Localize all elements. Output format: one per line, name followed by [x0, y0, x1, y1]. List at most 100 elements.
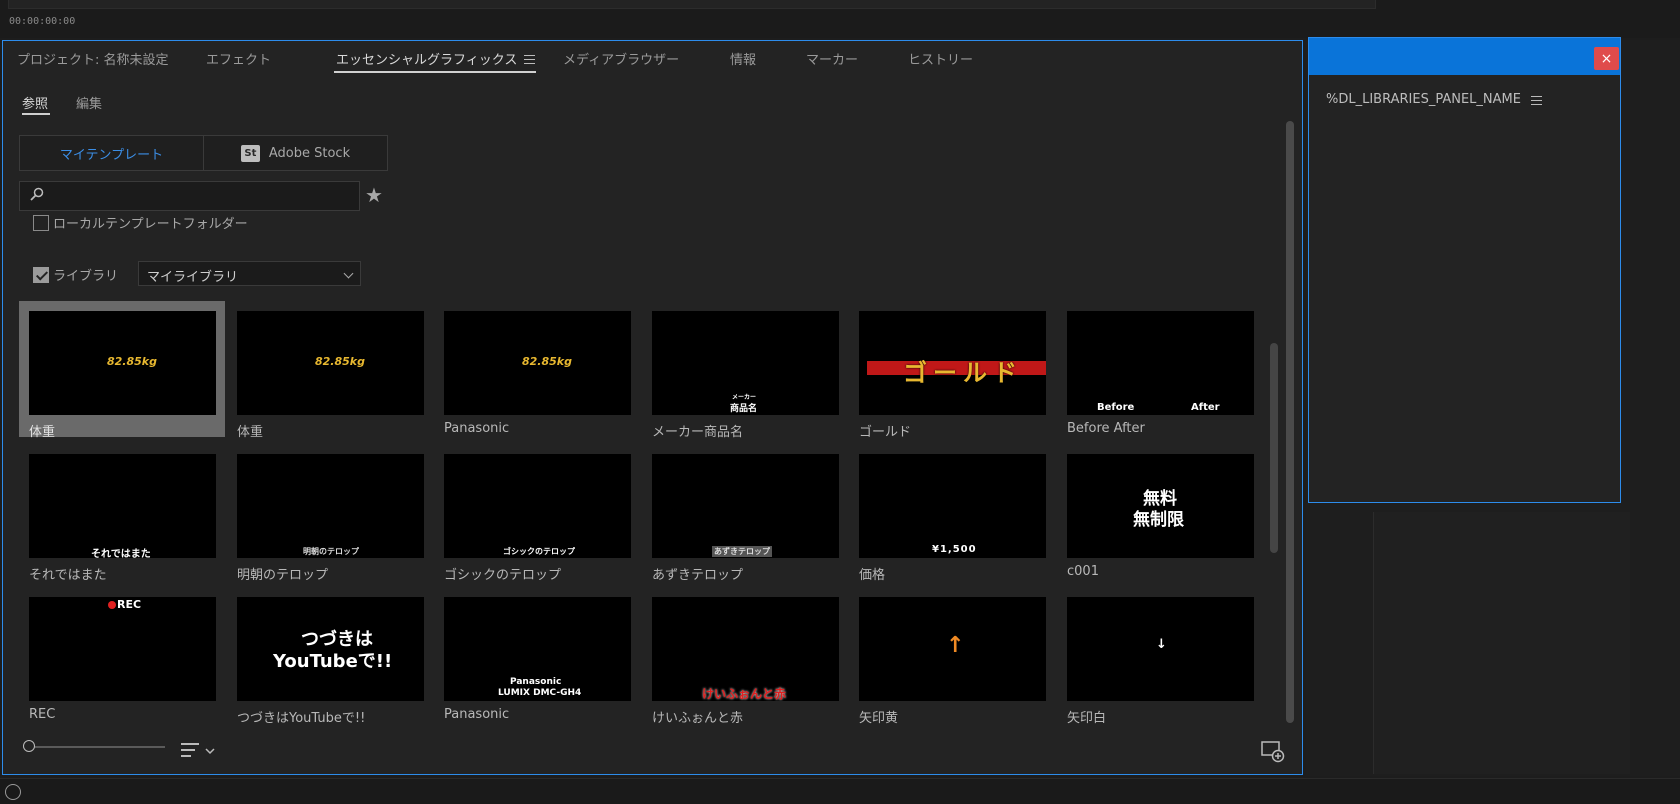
tab-effects[interactable]: エフェクト	[206, 49, 271, 68]
panel-scrollbar-thumb[interactable]	[1286, 121, 1294, 723]
template-card[interactable]: 82.85kg 体重	[19, 301, 225, 440]
thumbnail-size-slider-knob[interactable]	[23, 740, 35, 752]
template-label: Panasonic	[444, 707, 510, 722]
thumb-text: After	[1191, 402, 1220, 413]
template-label: 体重	[237, 425, 264, 440]
thumb-text: 82.85kg	[107, 355, 157, 368]
template-card[interactable]: REC REC	[19, 587, 225, 723]
library-label: ライブラリ	[53, 269, 119, 284]
thumb-text: 明朝のテロップ	[303, 546, 359, 556]
search-icon	[30, 187, 44, 201]
template-thumbnail: けいふぉんと赤	[652, 597, 839, 701]
library-select-value: マイライブラリ	[147, 270, 239, 285]
template-thumbnail: つづきは YouTubeで!!	[237, 597, 424, 701]
template-thumbnail: ↑	[859, 597, 1046, 701]
star-icon[interactable]: ★	[365, 183, 383, 207]
libraries-panel-title: %DL_LIBRARIES_PANEL_NAME	[1326, 92, 1521, 107]
thumb-text: 82.85kg	[315, 355, 365, 368]
template-card[interactable]: ¥1,500 価格	[849, 444, 1055, 583]
template-card[interactable]: 無料 無制限 c001	[1057, 444, 1259, 580]
template-thumbnail: Before After	[1067, 311, 1254, 415]
panel-tabs: プロジェクト: 名称未設定 エフェクト エッセンシャルグラフィックス メディアブ…	[3, 41, 1302, 73]
template-thumbnail: 82.85kg	[29, 311, 216, 415]
template-card[interactable]: あずきテロップ あずきテロップ	[642, 444, 848, 583]
template-thumbnail: ゴシックのテロップ	[444, 454, 631, 558]
template-card[interactable]: ↑ 矢印黄	[849, 587, 1055, 726]
template-thumbnail: 明朝のテロップ	[237, 454, 424, 558]
template-card[interactable]: けいふぉんと赤 けいふぉんと赤	[642, 587, 848, 726]
panel-scrollbar[interactable]	[1286, 121, 1294, 723]
thumb-text: LUMIX DMC-GH4	[498, 688, 582, 698]
tab-media-browser[interactable]: メディアブラウザー	[563, 49, 679, 68]
library-option[interactable]: ライブラリ	[33, 265, 118, 284]
arrow-down-icon: ↓	[1156, 637, 1167, 652]
tab-info[interactable]: 情報	[730, 49, 756, 68]
local-template-folder-option[interactable]: ローカルテンプレートフォルダー	[33, 213, 248, 232]
template-label: けいふぉんと赤	[652, 711, 744, 726]
adobe-stock-icon: St	[240, 144, 260, 162]
template-label: REC	[29, 707, 56, 722]
template-card[interactable]: つづきは YouTubeで!! つづきはYouTubeで!!	[227, 587, 433, 726]
thumb-text: ゴシックのテロップ	[503, 547, 575, 556]
libraries-panel-titlebar[interactable]: ×	[1309, 38, 1620, 75]
tab-project[interactable]: プロジェクト: 名称未設定	[17, 49, 169, 68]
thumb-text: Before	[1097, 402, 1135, 413]
hamburger-menu-icon[interactable]	[524, 55, 535, 64]
thumb-text: メーカー	[732, 394, 757, 401]
template-card[interactable]: 明朝のテロップ 明朝のテロップ	[227, 444, 433, 583]
subtab-browse[interactable]: 参照	[22, 93, 48, 112]
template-thumbnail: それではまた	[29, 454, 216, 558]
template-thumbnail: 82.85kg	[444, 311, 631, 415]
template-label: Panasonic	[444, 421, 510, 436]
search-input[interactable]	[19, 181, 360, 211]
template-label: 明朝のテロップ	[237, 568, 329, 583]
timeline-strip: 00:00:00:00	[0, 0, 1680, 38]
record-dot-icon	[108, 601, 116, 609]
grid-scrollbar[interactable]	[1270, 343, 1278, 553]
template-card[interactable]: Before After Before After	[1057, 301, 1259, 437]
thumb-text: あずきテロップ	[712, 546, 772, 557]
template-card[interactable]: メーカー 商品名 メーカー商品名	[642, 301, 848, 440]
local-template-folder-checkbox[interactable]	[33, 214, 49, 231]
template-thumbnail: REC	[29, 597, 216, 701]
adobe-stock-label: Adobe Stock	[268, 145, 351, 161]
thumb-text: Panasonic	[510, 677, 562, 687]
libraries-panel: × %DL_LIBRARIES_PANEL_NAME	[1308, 37, 1621, 503]
template-label: 体重	[29, 425, 56, 440]
thumbnail-size-slider-track[interactable]	[23, 746, 165, 748]
template-label: あずきテロップ	[652, 568, 744, 583]
template-card[interactable]: それではまた それではまた	[19, 444, 225, 583]
creative-cloud-icon[interactable]	[5, 784, 21, 800]
template-card[interactable]: ゴールド ゴールド	[849, 301, 1055, 440]
adobe-stock-button[interactable]: St Adobe Stock	[204, 135, 388, 171]
program-monitor-area	[1373, 512, 1630, 774]
new-item-icon[interactable]	[1261, 741, 1285, 763]
template-card[interactable]: 82.85kg 体重	[227, 301, 433, 440]
my-templates-button[interactable]: マイテンプレート	[19, 135, 204, 171]
thumb-text: ゴールド	[903, 359, 1023, 387]
tab-history[interactable]: ヒストリー	[908, 49, 973, 68]
list-view-icon[interactable]	[181, 743, 215, 759]
template-thumbnail: 無料 無制限	[1067, 454, 1254, 558]
library-checkbox[interactable]	[33, 266, 49, 283]
template-thumbnail: ゴールド	[859, 311, 1046, 415]
template-label: メーカー商品名	[652, 425, 744, 440]
close-icon[interactable]: ×	[1594, 47, 1619, 70]
tab-markers[interactable]: マーカー	[806, 49, 858, 68]
template-card[interactable]: ↓ 矢印白	[1057, 587, 1259, 726]
chevron-down-icon	[343, 268, 354, 279]
template-thumbnail: あずきテロップ	[652, 454, 839, 558]
thumb-text: YouTubeで!!	[273, 651, 393, 672]
template-card[interactable]: Panasonic LUMIX DMC-GH4 Panasonic	[434, 587, 640, 723]
subtab-edit[interactable]: 編集	[76, 93, 102, 112]
hamburger-menu-icon[interactable]	[1531, 96, 1542, 105]
local-template-folder-label: ローカルテンプレートフォルダー	[53, 217, 248, 232]
template-label: c001	[1067, 564, 1099, 579]
template-card[interactable]: 82.85kg Panasonic	[434, 301, 640, 437]
essential-graphics-panel: プロジェクト: 名称未設定 エフェクト エッセンシャルグラフィックス メディアブ…	[2, 40, 1303, 775]
template-card[interactable]: ゴシックのテロップ ゴシックのテロップ	[434, 444, 640, 583]
timeline-track[interactable]	[8, 0, 1376, 9]
tab-essential-graphics[interactable]: エッセンシャルグラフィックス	[336, 49, 517, 68]
template-label: ゴシックのテロップ	[444, 568, 562, 583]
library-select[interactable]: マイライブラリ	[138, 261, 361, 286]
